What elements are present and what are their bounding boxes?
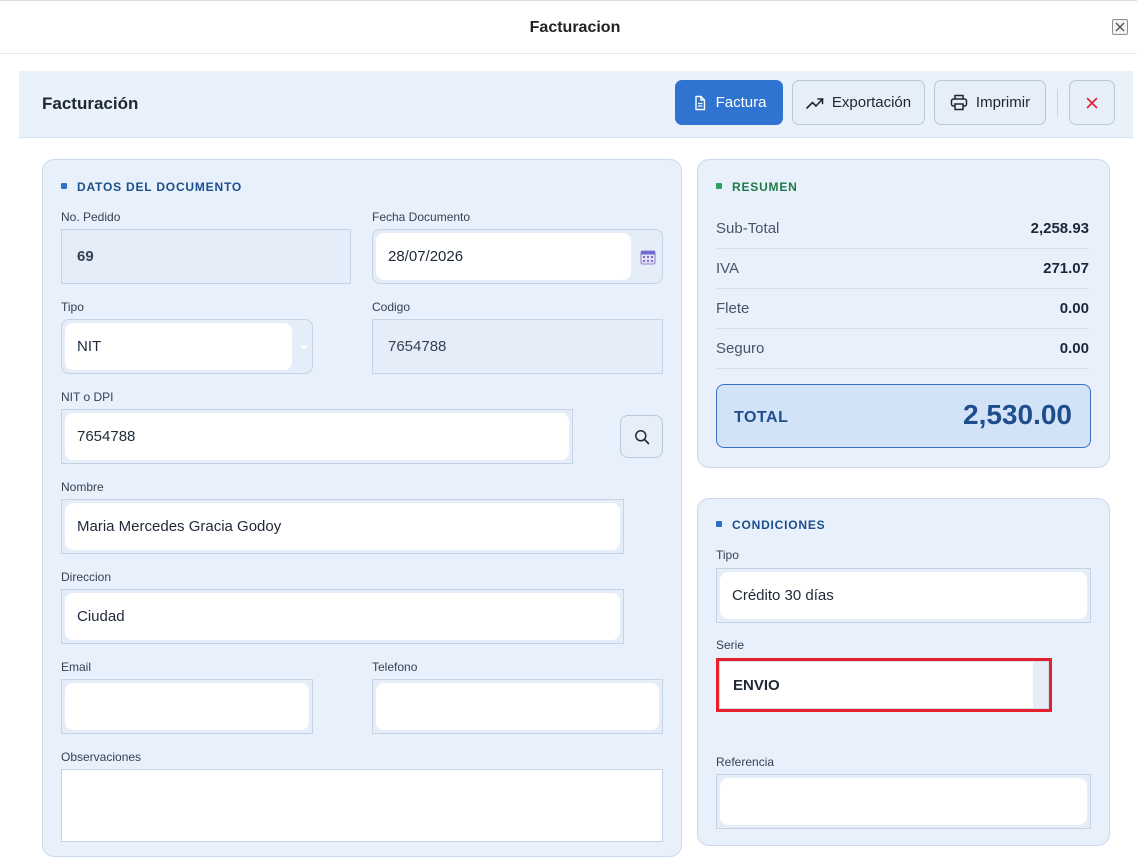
printer-icon — [950, 94, 968, 111]
flete-value: 0.00 — [1059, 300, 1089, 317]
codigo-value: 7654788 — [388, 338, 447, 355]
fecha-documento-value: 28/07/2026 — [388, 248, 464, 265]
observaciones-textarea[interactable] — [61, 769, 663, 842]
referencia-field[interactable] — [716, 774, 1091, 829]
fecha-documento-field[interactable]: 28/07/2026 — [372, 229, 663, 284]
facturacion-window: Facturacion Facturación Factura Exportac… — [0, 0, 1137, 868]
factura-button-label: Factura — [715, 94, 767, 111]
nit-label: NIT o DPI — [61, 390, 114, 404]
condiciones-section-title: CONDICIONES — [716, 518, 825, 532]
summary-row: Sub-Total 2,258.93 — [716, 209, 1089, 249]
no-pedido-label: No. Pedido — [61, 210, 121, 224]
condicion-tipo-label: Tipo — [716, 548, 739, 562]
telefono-field[interactable] — [372, 679, 663, 734]
close-button[interactable] — [1069, 80, 1115, 125]
close-icon — [1115, 22, 1125, 32]
iva-value: 271.07 — [1043, 260, 1089, 277]
subtotal-value: 2,258.93 — [1030, 220, 1089, 237]
nombre-field[interactable]: Maria Mercedes Gracia Godoy — [61, 499, 624, 554]
documento-section-title: DATOS DEL DOCUMENTO — [61, 180, 242, 194]
total-label: TOTAL — [734, 409, 789, 426]
calendar-icon[interactable] — [640, 249, 656, 265]
total-value: 2,530.00 — [963, 399, 1072, 430]
seguro-value: 0.00 — [1059, 340, 1089, 357]
exportacion-button-label: Exportación — [831, 94, 912, 111]
no-pedido-field: 69 — [61, 229, 351, 284]
tipo-select[interactable]: NIT — [61, 319, 313, 374]
chevron-down-icon — [300, 345, 308, 350]
seguro-label: Seguro — [716, 340, 765, 357]
subtotal-label: Sub-Total — [716, 220, 780, 237]
close-icon — [1086, 97, 1098, 108]
factura-button[interactable]: Factura — [675, 80, 783, 125]
window-close-button[interactable] — [1112, 19, 1128, 35]
resumen-card: RESUMEN Sub-Total 2,258.93 IVA 271.07 Fl… — [697, 159, 1110, 468]
window-titlebar: Facturacion — [0, 2, 1137, 54]
exportacion-button[interactable]: Exportación — [792, 80, 925, 125]
nit-search-button[interactable] — [620, 415, 663, 458]
email-field[interactable] — [61, 679, 313, 734]
serie-label: Serie — [716, 638, 745, 652]
tipo-value: NIT — [77, 338, 102, 355]
summary-row: IVA 271.07 — [716, 249, 1089, 289]
email-label: Email — [61, 660, 92, 674]
page-header: Facturación Factura Exportación Imprimir — [19, 71, 1133, 138]
resumen-section-title: RESUMEN — [716, 180, 798, 194]
window-title: Facturacion — [529, 19, 621, 36]
nit-field[interactable]: 7654788 — [61, 409, 573, 464]
serie-highlight — [716, 658, 1052, 712]
trend-up-icon — [806, 97, 824, 109]
search-icon — [634, 429, 649, 444]
nombre-label: Nombre — [61, 480, 104, 494]
total-box: TOTAL 2,530.00 — [716, 384, 1091, 448]
observaciones-label: Observaciones — [61, 750, 142, 764]
codigo-field: 7654788 — [372, 319, 663, 374]
imprimir-button[interactable]: Imprimir — [934, 80, 1046, 125]
direccion-field[interactable]: Ciudad — [61, 589, 624, 644]
fecha-documento-label: Fecha Documento — [372, 210, 471, 224]
condicion-tipo-select[interactable]: Crédito 30 días — [716, 568, 1091, 623]
flete-label: Flete — [716, 300, 750, 317]
condicion-tipo-value: Crédito 30 días — [732, 587, 834, 604]
imprimir-button-label: Imprimir — [975, 94, 1031, 111]
telefono-label: Telefono — [372, 660, 418, 674]
tipo-label: Tipo — [61, 300, 84, 314]
no-pedido-value: 69 — [77, 248, 94, 265]
summary-row: Seguro 0.00 — [716, 329, 1089, 369]
referencia-label: Referencia — [716, 755, 775, 769]
codigo-label: Codigo — [372, 300, 411, 314]
document-icon — [694, 95, 705, 110]
iva-label: IVA — [716, 260, 740, 277]
nombre-value: Maria Mercedes Gracia Godoy — [77, 518, 282, 535]
nit-value: 7654788 — [77, 428, 136, 445]
direccion-label: Direccion — [61, 570, 112, 584]
header-divider — [1057, 89, 1058, 117]
direccion-value: Ciudad — [77, 608, 125, 625]
page-title: Facturación — [42, 94, 139, 113]
summary-row: Flete 0.00 — [716, 289, 1089, 329]
